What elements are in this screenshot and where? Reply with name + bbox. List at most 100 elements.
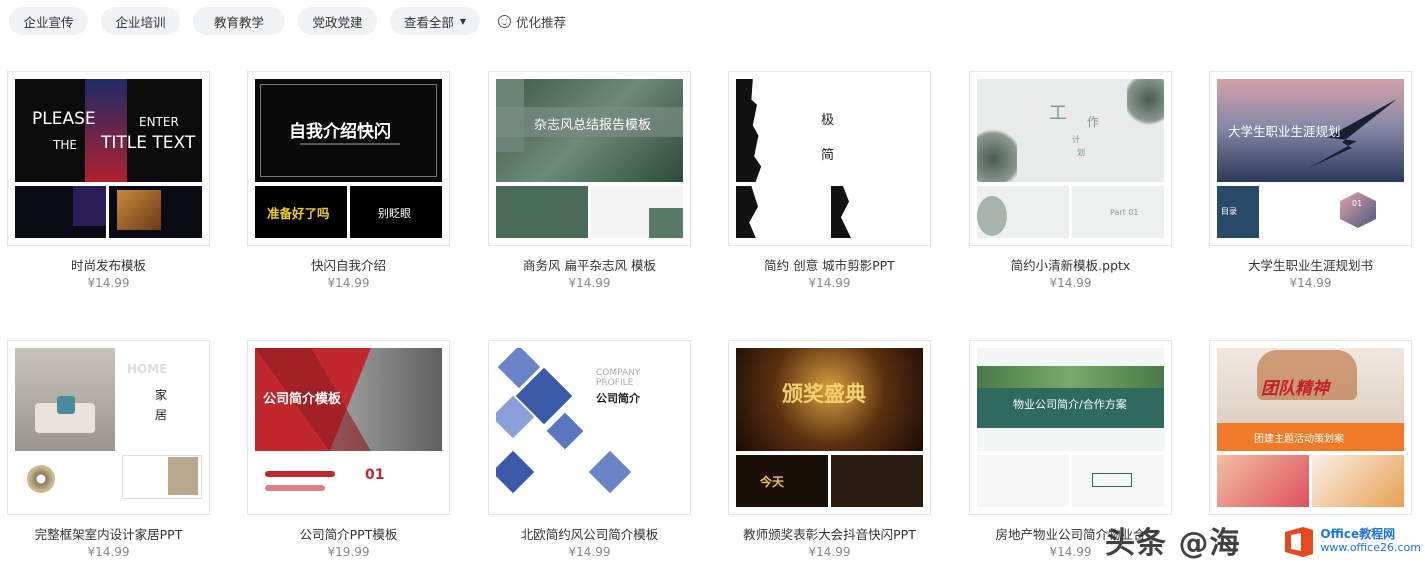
optimize-label: 优化推荐 [516,14,567,30]
template-thumbnail[interactable]: 自我介绍快闪 准备好了吗 别眨眼 [247,71,450,246]
template-title[interactable]: 大学生职业生涯规划书 [1209,255,1412,273]
filter-chip-promotion[interactable]: 企业宣传 [9,7,88,35]
cover-text: 目录 [1221,207,1237,216]
category-filter-bar: 企业宣传 企业培训 教育教学 党政党建 查看全部 ▼ 优化推荐 [9,7,566,35]
template-price: ¥14.99 [327,276,370,290]
cover-text: 简 [821,148,835,163]
cover-text: THE [53,138,77,152]
cover-text: 家 [155,388,168,402]
cover-text: COMPANY [596,368,641,378]
template-title[interactable]: 完整框架室内设计家居PPT [7,524,210,542]
cover-text: 团建主题活动策划案 [1254,434,1344,445]
cover-slide: 杂志风总结报告模板 [496,79,683,182]
template-thumbnail[interactable]: 杂志风总结报告模板 [488,71,691,246]
template-price: ¥14.99 [808,276,851,290]
template-thumbnail[interactable]: 物业公司简介/合作方案 [969,340,1172,515]
cover-text: HOME [127,362,168,376]
smile-icon [498,14,511,28]
template-thumbnail[interactable]: 团队精神 团建主题活动策划案 [1209,340,1412,515]
cover-text: TITLE TEXT [101,133,196,153]
cover-text: 作 [1087,115,1100,129]
template-price: ¥14.99 [808,545,851,559]
cover-text: 大学生职业生涯规划 [1228,124,1341,139]
cover-slide: 公司简介模板 [255,348,442,451]
cover-text: PROFILE [596,378,634,388]
template-card[interactable]: 自我介绍快闪 准备好了吗 别眨眼 快闪自我介绍 ¥14.99 [247,71,450,290]
cover-text: 极 [821,113,835,128]
optimize-recommend-button[interactable]: 优化推荐 [498,12,566,31]
cover-slide: 大学生职业生涯规划 [1217,79,1404,182]
template-price: ¥14.99 [1289,276,1332,290]
template-price: ¥14.99 [568,276,611,290]
template-title[interactable]: 公司简介PPT模板 [247,524,450,542]
template-price: ¥14.99 [87,276,130,290]
template-title[interactable]: 时尚发布模板 [7,255,210,273]
template-card[interactable]: 大学生职业生涯规划 目录 01 大学生职业生涯规划书 ¥14.99 [1209,71,1412,290]
template-card[interactable]: 颁奖盛典 今天 教师颁奖表彰大会抖音快闪PPT ¥14.99 [728,340,931,559]
template-title[interactable]: 快闪自我介绍 [247,255,450,273]
cover-slide: 极 简 [736,79,923,182]
watermark: 头条 @海 Office教程网 www.office26.com [1105,510,1425,570]
cover-text: PLEASE [32,109,96,129]
cover-slide: HOME 家 居 [15,348,202,451]
cover-slide: 团队精神 团建主题活动策划案 [1217,348,1404,451]
template-thumbnail[interactable]: 工 作 计 划 Part 01 [969,71,1172,246]
template-thumbnail[interactable]: 大学生职业生涯规划 目录 01 [1209,71,1412,246]
chip-label: 党政党建 [312,14,363,30]
template-thumbnail[interactable]: 颁奖盛典 今天 [728,340,931,515]
cover-slide: 物业公司简介/合作方案 [977,348,1164,451]
cover-text: 公司简介 [596,392,640,405]
cover-text: 颁奖盛典 [782,382,866,406]
cover-text: 01 [1352,199,1363,208]
template-card[interactable]: COMPANY PROFILE 公司简介 北欧简约风公司简介模板 ¥14.99 [488,340,691,559]
template-card[interactable]: 工 作 计 划 Part 01 简约小清新模板.pptx ¥14.99 [969,71,1172,290]
cover-slide: 颁奖盛典 [736,348,923,451]
watermark-site-name: Office教程网 [1320,527,1396,541]
template-title[interactable]: 简约小清新模板.pptx [969,255,1172,273]
template-price: ¥19.99 [327,545,370,559]
cover-text: 划 [1077,148,1085,157]
cover-text: 准备好了吗 [267,206,330,221]
template-thumbnail[interactable]: COMPANY PROFILE 公司简介 [488,340,691,515]
template-price: ¥14.99 [568,545,611,559]
cover-text: 今天 [760,475,785,489]
template-card[interactable]: 公司简介模板 01 公司简介PPT模板 ¥19.99 [247,340,450,559]
template-card[interactable]: PLEASE ENTER THE TITLE TEXT 时尚发布模板 ¥14.9… [7,71,210,290]
template-card[interactable]: HOME 家 居 完整框架室内设计家居PPT ¥14.99 [7,340,210,559]
template-title[interactable]: 教师颁奖表彰大会抖音快闪PPT [728,524,931,542]
template-card[interactable]: 极 简 简约 创意 城市剪影PPT ¥14.99 [728,71,931,290]
view-all-dropdown[interactable]: 查看全部 ▼ [390,7,480,35]
chip-label: 企业宣传 [23,14,74,30]
cover-text: 01 [365,467,385,483]
template-thumbnail[interactable]: 公司简介模板 01 [247,340,450,515]
cover-text: ENTER [139,115,179,129]
cover-text: 别眨眼 [378,207,411,220]
watermark-site: Office教程网 www.office26.com [1320,527,1421,555]
cover-slide: COMPANY PROFILE 公司简介 [496,348,683,451]
caret-down-icon: ▼ [459,16,467,26]
template-title[interactable]: 商务风 扁平杂志风 模板 [488,255,691,273]
template-thumbnail[interactable]: PLEASE ENTER THE TITLE TEXT [7,71,210,246]
filter-chip-training[interactable]: 企业培训 [101,7,180,35]
view-all-label: 查看全部 [403,14,454,30]
watermark-text: 头条 @海 [1105,526,1241,561]
template-title[interactable]: 简约 创意 城市剪影PPT [728,255,931,273]
filter-chip-education[interactable]: 教育教学 [193,7,285,35]
chip-label: 企业培训 [115,14,166,30]
template-card[interactable]: 杂志风总结报告模板 商务风 扁平杂志风 模板 ¥14.99 [488,71,691,290]
template-price: ¥14.99 [87,545,130,559]
cover-text: 居 [155,408,168,422]
template-title[interactable]: 北欧简约风公司简介模板 [488,524,691,542]
cover-slide: 工 作 计 划 [977,79,1164,182]
template-price: ¥14.99 [1049,276,1092,290]
watermark-site-url: www.office26.com [1320,541,1421,554]
template-thumbnail[interactable]: 极 简 [728,71,931,246]
template-thumbnail[interactable]: HOME 家 居 [7,340,210,515]
chip-label: 教育教学 [213,14,264,30]
cover-slide: 自我介绍快闪 [255,79,442,182]
cover-text: 团队精神 [1261,379,1329,399]
cover-text: 计 [1072,135,1080,144]
cover-text: 公司简介模板 [263,392,342,407]
cover-text: 工 [1049,103,1067,124]
filter-chip-party[interactable]: 党政党建 [298,7,377,35]
